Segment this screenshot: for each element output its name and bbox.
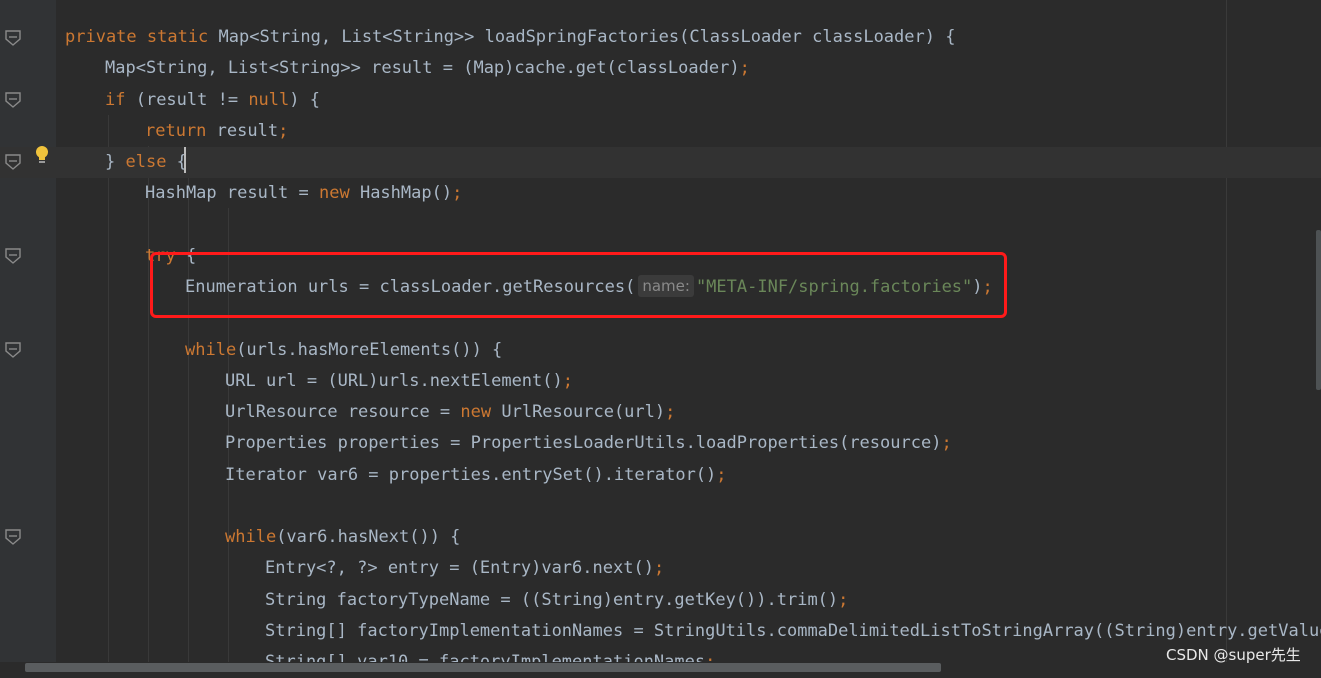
- code-token: ;: [653, 558, 665, 578]
- code-token: ;: [716, 465, 727, 485]
- code-line-content: Entry<?, ?> entry = (Entry)var6.next();: [265, 553, 664, 584]
- code-line-content: return result;: [145, 116, 288, 147]
- fold-marker-icon[interactable]: [4, 341, 22, 359]
- code-line-content: while(var6.hasNext()) {: [225, 522, 460, 553]
- fold-marker-icon[interactable]: [4, 29, 22, 47]
- code-token: new: [460, 402, 502, 422]
- code-line-content: URL url = (URL)urls.nextElement();: [225, 366, 573, 397]
- highlight-annotation-box: [150, 252, 1007, 318]
- code-token: HashMap result =: [145, 183, 319, 203]
- code-token: ;: [941, 433, 952, 453]
- intention-bulb-icon[interactable]: [33, 144, 51, 166]
- code-line-content: while(urls.hasMoreElements()) {: [185, 335, 502, 366]
- code-token: private static: [65, 27, 219, 47]
- code-line-content: Properties properties = PropertiesLoader…: [225, 428, 952, 459]
- code-token: ;: [278, 121, 289, 141]
- code-token: String factoryTypeName = ((String)entry.…: [265, 590, 839, 610]
- code-token: ) {: [289, 90, 320, 110]
- code-token: UrlResource resource =: [225, 402, 461, 422]
- code-line-content: HashMap result = new HashMap();: [145, 178, 462, 209]
- code-token: ;: [838, 590, 849, 610]
- csdn-watermark: CSDN @super先生: [1166, 646, 1301, 664]
- code-line-content: private static Map<String, List<String>>…: [65, 22, 955, 53]
- code-token: null: [248, 90, 290, 110]
- fold-marker-icon[interactable]: [4, 528, 22, 546]
- code-line-content: String factoryTypeName = ((String)entry.…: [265, 585, 848, 616]
- code-token: return: [145, 121, 217, 141]
- fold-marker-icon[interactable]: [4, 247, 22, 265]
- code-token: (var6.hasNext()) {: [276, 527, 461, 547]
- code-line-content: Iterator var6 = properties.entrySet().it…: [225, 460, 727, 491]
- code-token: Properties properties = PropertiesLoader…: [225, 433, 942, 453]
- code-token: HashMap(): [359, 183, 453, 203]
- vertical-scrollbar-thumb[interactable]: [1316, 230, 1321, 390]
- code-token: URL url = (URL)urls.nextElement(): [225, 371, 563, 391]
- code-token: new: [319, 183, 360, 203]
- code-line-content: String[] factoryImplementationNames = St…: [265, 616, 1321, 647]
- code-token: ;: [452, 183, 463, 203]
- code-token: result: [216, 121, 279, 141]
- code-token: String[] factoryImplementationNames = St…: [265, 621, 1321, 641]
- code-line-content: } else {: [105, 147, 187, 178]
- fold-marker-icon[interactable]: [4, 91, 22, 109]
- indent-guide: [148, 146, 149, 674]
- indent-guide: [108, 115, 109, 674]
- code-token: }: [105, 152, 126, 172]
- code-token: ;: [665, 402, 676, 422]
- fold-marker-icon[interactable]: [4, 153, 22, 171]
- code-token: Map<String, List<String>> loadSpringFact…: [218, 27, 956, 47]
- code-token: else: [125, 152, 177, 172]
- code-line-content: UrlResource resource = new UrlResource(u…: [225, 397, 675, 428]
- text-caret: [184, 147, 186, 173]
- code-line-content: if (result != null) {: [105, 85, 320, 116]
- code-token: (result !=: [135, 90, 249, 110]
- code-token: ;: [562, 371, 574, 391]
- code-editor[interactable]: private static Map<String, List<String>>…: [0, 0, 1321, 674]
- code-token: ;: [739, 58, 750, 78]
- code-token: if: [105, 90, 136, 110]
- code-line[interactable]: } else {: [0, 147, 1321, 178]
- code-token: Entry<?, ?> entry = (Entry)var6.next(): [265, 558, 654, 578]
- code-token: Map<String, List<String>> result = (Map)…: [105, 58, 740, 78]
- code-token: while: [225, 527, 277, 547]
- code-token: (urls.hasMoreElements()) {: [236, 340, 503, 360]
- horizontal-scrollbar-thumb[interactable]: [25, 663, 941, 672]
- code-line-content: Map<String, List<String>> result = (Map)…: [105, 53, 750, 84]
- code-token: Iterator var6 = properties.entrySet().it…: [225, 465, 717, 485]
- code-token: UrlResource(url): [501, 402, 666, 422]
- code-token: while: [185, 340, 237, 360]
